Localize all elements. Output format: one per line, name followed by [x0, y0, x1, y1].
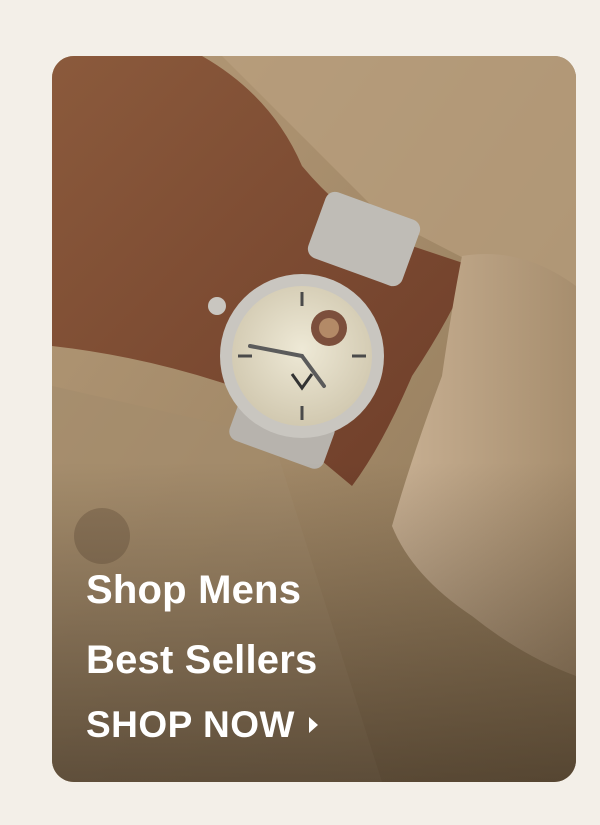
chevron-right-icon: [308, 717, 318, 733]
promo-card[interactable]: Shop Mens Best Sellers SHOP NOW: [52, 56, 576, 782]
shop-now-label: SHOP NOW: [86, 704, 295, 745]
headline-line1: Shop Mens: [86, 568, 302, 612]
shop-now-link[interactable]: SHOP NOW: [86, 704, 318, 746]
headline-line2: Best Sellers: [86, 638, 318, 682]
